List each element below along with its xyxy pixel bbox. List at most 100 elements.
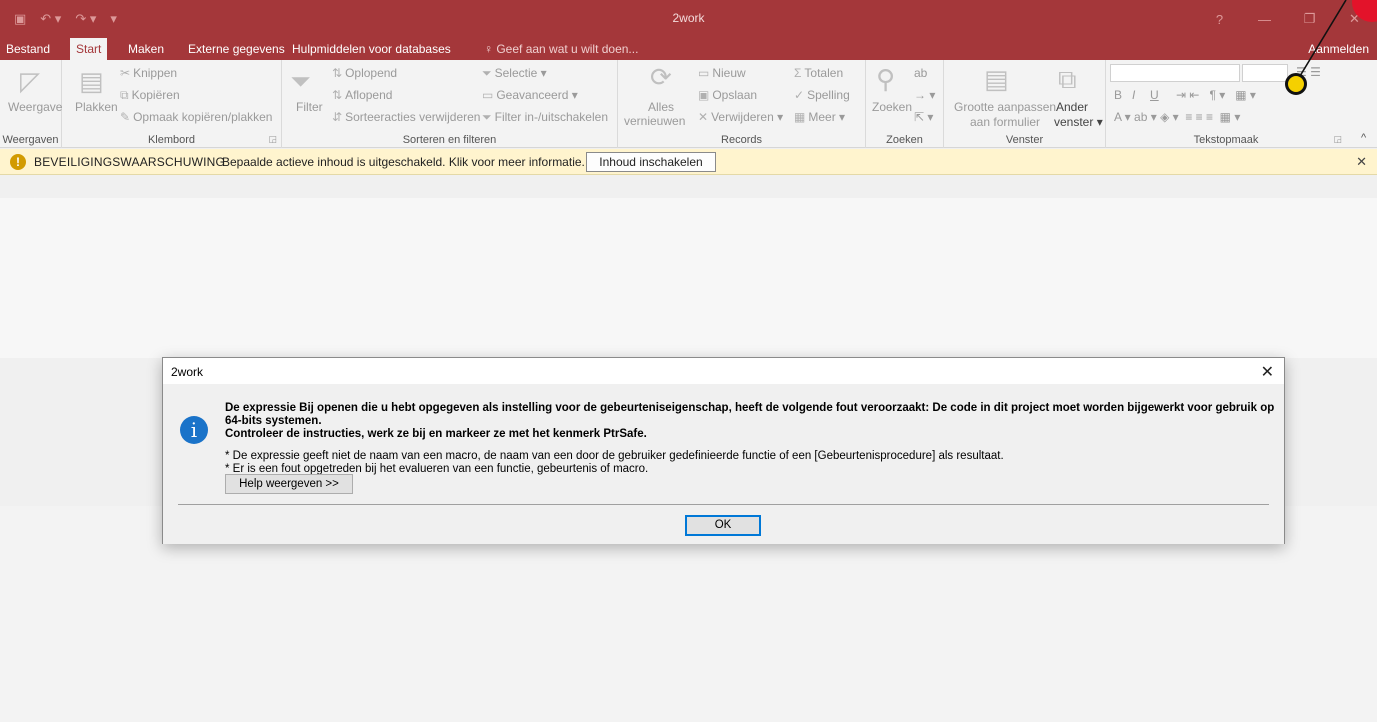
sort-ascending-icon: ⇅	[332, 66, 343, 80]
error-bullet-1: * De expressie geeft niet de naam van ee…	[225, 450, 1004, 462]
group-label-views: Weergaven	[2, 134, 59, 146]
group-label-text-formatting: Tekstopmaak	[1193, 134, 1259, 146]
indent-icon[interactable]: ⇥ ⇤ ¶ ▾ ▦ ▾	[1176, 88, 1256, 102]
totals-button[interactable]: Σ Totalen	[794, 66, 843, 80]
selection-button[interactable]: ⏷ Selectie ▾	[482, 66, 547, 81]
more-button[interactable]: ▦ Meer ▾	[794, 110, 845, 124]
close-warning-icon[interactable]: ✕	[1356, 154, 1367, 170]
find-icon: ⚲	[876, 64, 896, 94]
show-help-button[interactable]: Help weergeven >>	[225, 474, 353, 494]
tab-file[interactable]: Bestand	[0, 38, 56, 60]
tab-start[interactable]: Start	[70, 38, 108, 60]
security-warning-bar: ! BEVEILIGINGSWAARSCHUWING Bepaalde acti…	[0, 149, 1377, 175]
error-line-2: Controleer de instructies, werk ze bij e…	[225, 428, 647, 440]
title-bar: ▣ ↶ ▾ ↷ ▾ ▾ 2work ? — ❐ ✕	[0, 0, 1377, 38]
sort-descending-button[interactable]: ⇅ Aflopend	[332, 88, 392, 102]
view-button[interactable]: Weergave	[8, 100, 62, 114]
dialog-close-icon[interactable]: ✕	[1261, 362, 1274, 382]
selection-icon: ⏷	[482, 66, 492, 80]
new-record-icon: ▭	[698, 66, 710, 80]
dialog-body: i De expressie Bij openen die u hebt opg…	[163, 384, 1284, 544]
group-window: ▤ Grootte aanpassen aan formulier ⧉ Ande…	[944, 60, 1106, 148]
refresh-icon: ⟳	[650, 62, 672, 92]
warning-message[interactable]: Bepaalde actieve inhoud is uitgeschakeld…	[222, 155, 585, 169]
refresh-all-button-line2[interactable]: vernieuwen	[624, 114, 685, 128]
dialog-launcher-icon[interactable]: ◲	[268, 134, 277, 145]
enable-content-button[interactable]: Inhoud inschakelen	[586, 152, 716, 172]
save-record-button[interactable]: ▣ Opslaan	[698, 88, 757, 102]
tab-external-data[interactable]: Externe gegevens	[182, 38, 291, 60]
group-views: ◸ Weergave Weergaven	[0, 60, 62, 148]
underline-button[interactable]: U	[1150, 88, 1159, 102]
error-dialog: 2work ✕ i De expressie Bij openen die u …	[162, 357, 1285, 544]
switch-window-button-line2[interactable]: venster ▾	[1054, 115, 1103, 129]
font-name-combobox[interactable]	[1110, 64, 1240, 82]
tell-me-box[interactable]: ♀ Geef aan wat u wilt doen...	[484, 38, 638, 60]
group-label-records: Records	[721, 134, 762, 146]
error-line-1: De expressie Bij openen die u hebt opgeg…	[225, 402, 1275, 427]
dialog-separator	[178, 504, 1269, 505]
remove-sort-button[interactable]: ⇵ Sorteeracties verwijderen	[332, 110, 480, 124]
spelling-button[interactable]: ✓ Spelling	[794, 88, 850, 102]
group-label-clipboard: Klembord	[147, 134, 196, 146]
toggle-filter-button[interactable]: ⏷ Filter in-/uitschakelen	[482, 110, 608, 125]
paste-icon: ▤	[79, 66, 104, 96]
group-find: ⚲ Zoeken ab → ▾ ⇱ ▾ Zoeken	[866, 60, 944, 148]
switch-window-button-line1[interactable]: Ander	[1056, 100, 1088, 114]
bold-button[interactable]: B	[1114, 88, 1122, 102]
toggle-filter-icon: ⏷	[482, 110, 492, 124]
more-icon: ▦	[794, 110, 806, 124]
minimize-icon[interactable]: —	[1242, 12, 1287, 27]
select-icon[interactable]: ⇱ ▾	[914, 110, 933, 124]
advanced-button[interactable]: ▭ Geavanceerd ▾	[482, 88, 578, 102]
switch-window-icon: ⧉	[1058, 64, 1077, 94]
collapse-ribbon-icon[interactable]: ^	[1361, 132, 1366, 144]
fit-form-icon: ▤	[984, 64, 1009, 94]
ribbon: ◸ Weergave Weergaven ▤ Plakken ✂ Knippen …	[0, 60, 1377, 148]
spelling-icon: ✓	[794, 88, 805, 102]
view-icon: ◸	[20, 66, 40, 96]
fit-form-button-line1[interactable]: Grootte aanpassen	[954, 100, 1056, 114]
warning-title: BEVEILIGINGSWAARSCHUWING	[34, 155, 226, 169]
annotation-line	[1299, 0, 1347, 77]
format-painter-button[interactable]: ✎ Opmaak kopiëren/plakken	[120, 110, 272, 124]
group-sort-filter: ⏷ Filter ⇅ Oplopend ⇅ Aflopend ⇵ Sorteeract…	[282, 60, 618, 148]
filter-icon: ⏷	[290, 66, 311, 96]
sigma-icon: Σ	[794, 66, 802, 80]
dialog-title-bar: 2work ✕	[163, 358, 1284, 384]
workspace-band-top	[0, 198, 1377, 358]
group-label-find: Zoeken	[886, 134, 923, 146]
tab-create[interactable]: Maken	[122, 38, 170, 60]
font-size-combobox[interactable]	[1242, 64, 1288, 82]
group-clipboard: ▤ Plakken ✂ Knippen ⧉ Kopiëren ✎ Opmaak kop…	[62, 60, 282, 148]
advanced-filter-icon: ▭	[482, 88, 494, 102]
cut-button[interactable]: ✂ Knippen	[120, 66, 177, 80]
ok-button[interactable]: OK	[685, 515, 761, 536]
replace-icon[interactable]: ab	[914, 66, 927, 80]
tab-database-tools[interactable]: Hulpmiddelen voor databases	[286, 38, 457, 60]
ribbon-tabs: Bestand Start Maken Externe gegevens Hul…	[0, 38, 1377, 60]
help-icon[interactable]: ?	[1197, 12, 1242, 27]
window-title: 2work	[672, 11, 705, 25]
copy-icon: ⧉	[120, 88, 129, 102]
find-button[interactable]: Zoeken	[872, 100, 912, 114]
goto-icon[interactable]: → ▾	[914, 88, 935, 102]
refresh-all-button-line1[interactable]: Alles	[648, 100, 674, 114]
copy-button[interactable]: ⧉ Kopiëren	[120, 88, 180, 103]
group-label-window: Venster	[1005, 134, 1044, 146]
fit-form-button-line2[interactable]: aan formulier	[970, 115, 1040, 129]
save-record-icon: ▣	[698, 88, 710, 102]
brush-icon: ✎	[120, 110, 131, 124]
paste-button[interactable]: Plakken	[75, 100, 118, 114]
new-record-button[interactable]: ▭ Nieuw	[698, 66, 746, 80]
filter-button[interactable]: Filter	[296, 100, 323, 114]
text-dialog-launcher-icon[interactable]: ◲	[1333, 134, 1342, 145]
window-controls: ? — ❐ ✕	[1197, 0, 1377, 38]
italic-button[interactable]: I	[1132, 88, 1135, 102]
font-color-icon[interactable]: A ▾ ab ▾ ◈ ▾ ≡ ≡ ≡ ▦ ▾	[1114, 110, 1240, 124]
remove-sort-icon: ⇵	[332, 110, 343, 124]
sort-ascending-button[interactable]: ⇅ Oplopend	[332, 66, 397, 80]
delete-icon: ✕	[698, 110, 709, 124]
info-icon: i	[180, 416, 208, 444]
delete-record-button[interactable]: ✕ Verwijderen ▾	[698, 110, 783, 124]
